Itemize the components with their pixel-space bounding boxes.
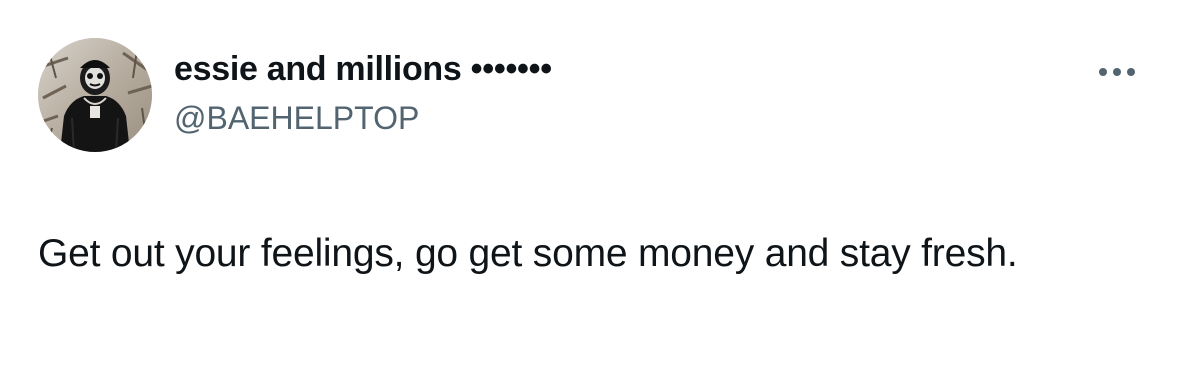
profile-photo-icon [38, 38, 152, 152]
user-handle[interactable]: @BAEHELPTOP [174, 100, 419, 137]
more-horizontal-icon [1099, 68, 1135, 76]
tweet-card: essie and millions ••••••• @BAEHELPTOP G… [0, 0, 1179, 392]
tweet-text: Get out your feelings, go get some money… [38, 232, 1018, 275]
display-name[interactable]: essie and millions ••••••• [174, 50, 552, 89]
avatar[interactable] [38, 38, 152, 152]
more-options-button[interactable] [1090, 58, 1144, 86]
